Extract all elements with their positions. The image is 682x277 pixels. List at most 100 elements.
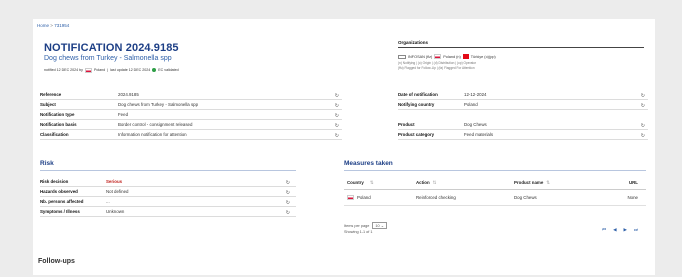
- cell-action: Reinforced checking: [416, 195, 456, 200]
- risk-row: Risk decision Serious ↻: [40, 177, 296, 187]
- history-icon[interactable]: ↻: [335, 113, 339, 119]
- field-row-empty: [398, 110, 648, 120]
- risk-divider: [40, 170, 296, 171]
- field-row: Product category Feed materials ↻: [398, 130, 648, 140]
- notification-meta: notified 12 DEC 2024 by Poland | last up…: [44, 68, 179, 73]
- risk-decision-value: Serious: [106, 179, 123, 184]
- items-per-page-select[interactable]: 10 ⌄: [372, 222, 387, 229]
- sort-icon: ⇅: [432, 179, 437, 185]
- history-icon[interactable]: ↻: [286, 190, 290, 196]
- turkey-flag-icon: [462, 54, 469, 59]
- risk-fields: Risk decision Serious ↻ Hazards observed…: [40, 177, 296, 217]
- organizations-list: INFOSAN (flz) Poland (n) Türkiye (o)(pp): [398, 54, 644, 59]
- risk-value: Unknown: [106, 209, 125, 214]
- field-label: Subject: [40, 102, 56, 107]
- field-row: Subject Dog chews from Turkey - Salmonel…: [40, 100, 342, 110]
- measures-divider: [344, 170, 646, 171]
- breadcrumb-home[interactable]: Home: [37, 23, 49, 28]
- risk-label: Risk decision: [40, 179, 69, 184]
- cell-country: Poland: [344, 195, 416, 200]
- field-label: Notification basis: [40, 122, 77, 127]
- org-infosan[interactable]: INFOSAN (flz): [408, 55, 432, 59]
- notification-fields-left: Reference 2024.9185 ↻ Subject Dog chews …: [40, 90, 342, 140]
- field-value: Dog chews from Turkey - Salmonella spp: [118, 102, 199, 107]
- field-label: Classification: [40, 132, 69, 137]
- field-value: Border control - consignment released: [118, 122, 193, 127]
- sort-icon: ⇅: [369, 179, 374, 185]
- pagination-info: Items per page 10 ⌄ Showing 1-1 of 1: [344, 222, 387, 234]
- organizations-panel: Organizations INFOSAN (flz) Poland (n) T…: [398, 40, 644, 71]
- field-label: Notifying country: [398, 102, 435, 107]
- meta-notified: notified 12 DEC 2024 by: [44, 68, 83, 73]
- risk-label: Symptoms / Illness: [40, 209, 80, 214]
- column-header-url: URL: [618, 180, 646, 185]
- showing-count: Showing 1-1 of 1: [344, 230, 373, 234]
- column-header-action[interactable]: Action ⇅: [416, 180, 514, 186]
- field-label: Date of notification: [398, 92, 438, 97]
- org-poland[interactable]: Poland (n): [443, 55, 461, 59]
- history-icon[interactable]: ↻: [641, 123, 645, 129]
- cell-url: None: [627, 195, 639, 200]
- history-icon[interactable]: ↻: [286, 210, 290, 216]
- page-subtitle: Dog chews from Turkey - Salmonella spp: [44, 55, 172, 62]
- meta-separator: |: [107, 68, 109, 73]
- breadcrumb-separator: >: [50, 23, 53, 28]
- field-label: Notification type: [40, 112, 75, 117]
- table-row: Poland Reinforced checking Dog Chews Non…: [344, 190, 646, 206]
- org-legend-2: (ffu) Flagged for Follow-Up | (fa) Flagg…: [398, 66, 475, 70]
- risk-row: Hazards observed Not defined ↻: [40, 187, 296, 197]
- column-label: Action: [416, 179, 430, 185]
- followups-title: Follow-ups: [38, 258, 75, 265]
- meta-country: Poland: [93, 68, 106, 73]
- measures-header-row: Country ⇅ Action ⇅ Product name ⇅ URL: [344, 176, 646, 190]
- infosan-logo-icon: [398, 54, 406, 59]
- measures-section-title: Measures taken: [344, 160, 393, 167]
- history-icon[interactable]: ↻: [286, 180, 290, 186]
- chevron-down-icon: ⌄: [380, 224, 384, 228]
- first-page-icon[interactable]: ⏮: [602, 227, 606, 233]
- last-page-icon[interactable]: ⏭: [634, 227, 638, 233]
- sort-icon: ⇅: [546, 179, 550, 185]
- meta-update: last update 12 DEC 2024: [110, 68, 151, 73]
- cell-product: Dog Chews: [514, 195, 537, 200]
- next-page-icon[interactable]: ▶: [624, 227, 627, 233]
- risk-row: Symptoms / Illness Unknown ↻: [40, 207, 296, 217]
- poland-flag-icon: [347, 195, 354, 200]
- risk-row: Nb. persons affected ... ↻: [40, 197, 296, 207]
- field-row: Product Dog Chews ↻: [398, 120, 648, 130]
- field-value: Feed materials: [464, 132, 494, 137]
- poland-flag-icon: [434, 54, 442, 59]
- history-icon[interactable]: ↻: [286, 200, 290, 206]
- pagination-nav: ⏮ ◀ ▶ ⏭: [602, 227, 638, 233]
- history-icon[interactable]: ↻: [335, 103, 339, 109]
- field-row: Date of notification 12-12-2024 ↻: [398, 90, 648, 100]
- column-header-product[interactable]: Product name ⇅: [514, 180, 618, 186]
- field-label: Product: [398, 122, 415, 127]
- column-label: Product name: [514, 179, 544, 185]
- org-turkey[interactable]: Türkiye (o)(pp): [471, 55, 496, 59]
- cell-country-text: Poland: [357, 195, 371, 200]
- meta-status: EC validated: [158, 68, 179, 73]
- column-label: Country: [347, 180, 364, 185]
- field-value: 2024.9185: [118, 92, 139, 97]
- risk-label: Hazards observed: [40, 189, 78, 194]
- items-per-page: Items per page 10 ⌄: [344, 222, 387, 229]
- field-row: Notification basis Border control - cons…: [40, 120, 342, 130]
- history-icon[interactable]: ↻: [641, 133, 645, 139]
- poland-flag-icon: [84, 68, 92, 73]
- field-value: 12-12-2024: [464, 92, 487, 97]
- history-icon[interactable]: ↻: [335, 93, 339, 99]
- breadcrumb: Home > 731954: [37, 23, 69, 28]
- breadcrumb-current[interactable]: 731954: [54, 23, 69, 28]
- prev-page-icon[interactable]: ◀: [613, 227, 616, 233]
- history-icon[interactable]: ↻: [335, 123, 339, 129]
- column-header-country[interactable]: Country ⇅: [344, 180, 416, 186]
- field-value: Dog Chews: [464, 122, 487, 127]
- history-icon[interactable]: ↻: [335, 133, 339, 139]
- risk-value: ...: [106, 199, 110, 204]
- history-icon[interactable]: ↻: [641, 93, 645, 99]
- field-value: Information notification for attention: [118, 132, 187, 137]
- field-row: Classification Information notification …: [40, 130, 342, 140]
- field-label: Product category: [398, 132, 435, 137]
- history-icon[interactable]: ↻: [641, 103, 645, 109]
